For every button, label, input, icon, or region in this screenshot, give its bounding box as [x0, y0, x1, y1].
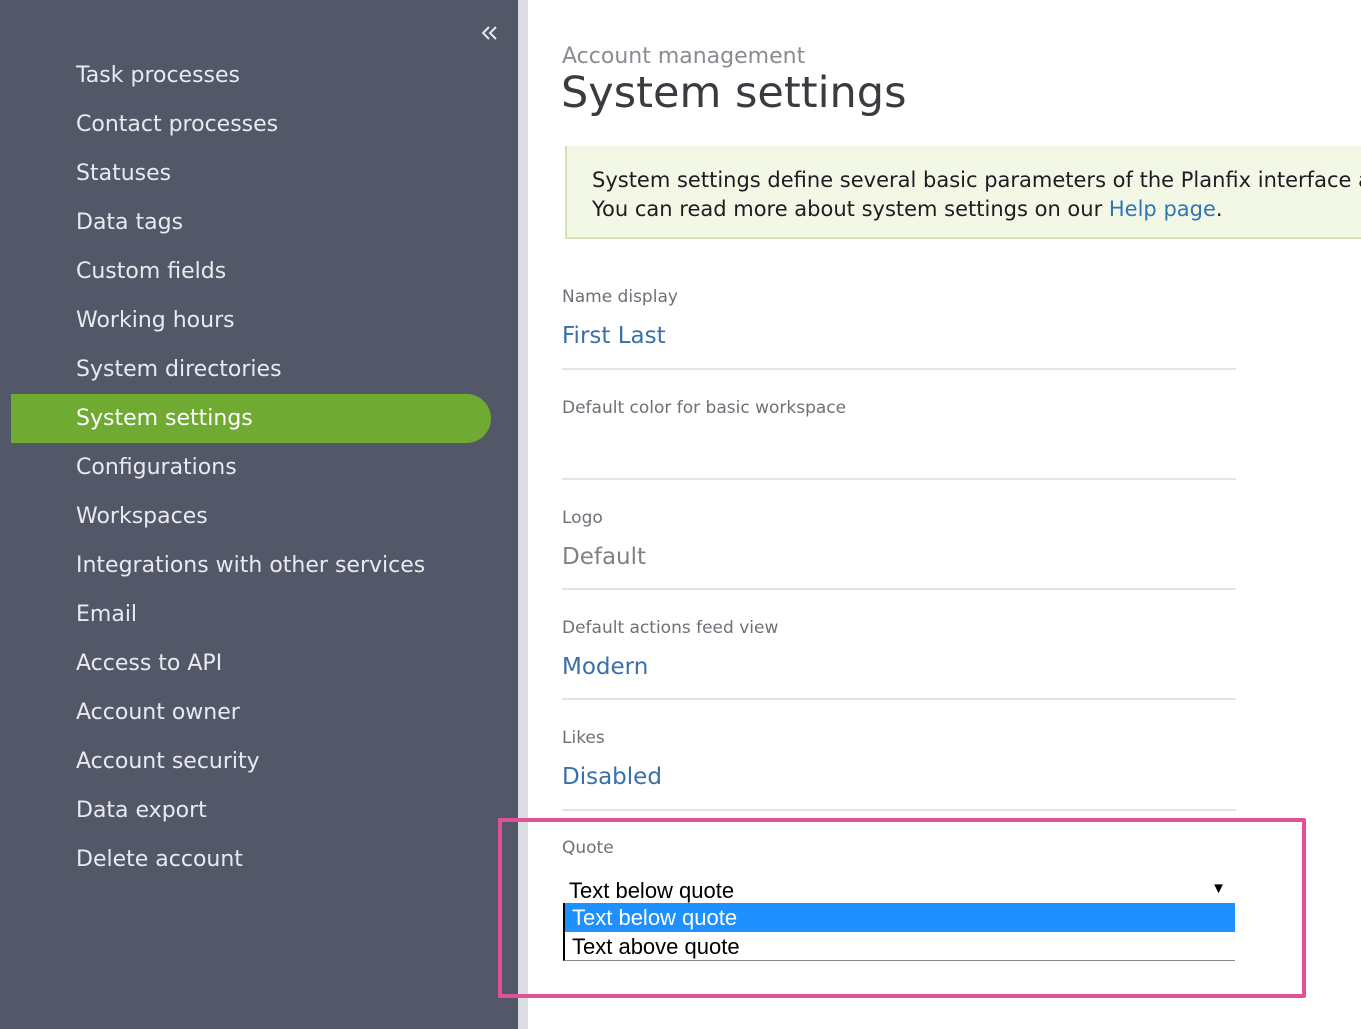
quote-options-list: Text below quote Text above quote — [563, 903, 1235, 961]
likes-value[interactable]: Disabled — [562, 764, 662, 790]
settings-nav: Task processes Contact processes Statuse… — [11, 51, 491, 884]
info-line-1: System settings define several basic par… — [592, 168, 1361, 192]
sidebar-item-email[interactable]: Email — [11, 590, 491, 639]
sidebar-item-delete-account[interactable]: Delete account — [11, 835, 491, 884]
sidebar-item-configurations[interactable]: Configurations — [11, 443, 491, 492]
sidebar-item-workspaces[interactable]: Workspaces — [11, 492, 491, 541]
sidebar-item-data-export[interactable]: Data export — [11, 786, 491, 835]
default-color-label: Default color for basic workspace — [562, 398, 847, 418]
logo-label: Logo — [562, 508, 603, 528]
logo-value[interactable]: Default — [562, 544, 646, 570]
sidebar-item-data-tags[interactable]: Data tags — [11, 198, 491, 247]
sidebar-item-task-processes[interactable]: Task processes — [11, 51, 491, 100]
sidebar-item-account-security[interactable]: Account security — [11, 737, 491, 786]
sidebar-item-integrations[interactable]: Integrations with other services — [11, 541, 491, 590]
sidebar-item-account-owner[interactable]: Account owner — [11, 688, 491, 737]
logo-field: Logo Default — [562, 506, 1236, 590]
sidebar-item-contact-processes[interactable]: Contact processes — [11, 100, 491, 149]
sidebar-item-custom-fields[interactable]: Custom fields — [11, 247, 491, 296]
info-line-2: You can read more about system settings … — [592, 197, 1223, 221]
dropdown-arrow-icon: ▼ — [1211, 880, 1226, 897]
breadcrumb: Account management — [562, 44, 806, 69]
sidebar-item-access-to-api[interactable]: Access to API — [11, 639, 491, 688]
sidebar-item-system-settings[interactable]: System settings — [11, 394, 491, 443]
collapse-sidebar-button[interactable] — [476, 18, 504, 48]
sidebar-item-working-hours[interactable]: Working hours — [11, 296, 491, 345]
name-display-value[interactable]: First Last — [562, 323, 666, 349]
actions-feed-field: Default actions feed view Modern — [562, 616, 1236, 700]
sidebar-item-system-directories[interactable]: System directories — [11, 345, 491, 394]
info-notice: System settings define several basic par… — [565, 146, 1361, 239]
quote-label: Quote — [562, 838, 614, 858]
name-display-label: Name display — [562, 287, 678, 307]
sidebar-item-statuses[interactable]: Statuses — [11, 149, 491, 198]
actions-feed-label: Default actions feed view — [562, 618, 779, 638]
quote-select[interactable]: Text below quote ▼ — [566, 876, 1230, 904]
quote-option-text-below[interactable]: Text below quote — [565, 903, 1235, 932]
help-page-link[interactable]: Help page — [1109, 197, 1216, 221]
likes-field: Likes Disabled — [562, 726, 1236, 811]
double-chevron-left-icon — [482, 26, 497, 40]
likes-label: Likes — [562, 728, 605, 748]
quote-select-value: Text below quote — [569, 878, 735, 903]
sidebar: Task processes Contact processes Statuse… — [0, 0, 518, 1029]
quote-option-text-above[interactable]: Text above quote — [565, 932, 1235, 961]
page-title: System settings — [561, 68, 907, 118]
default-color-field: Default color for basic workspace — [562, 396, 1236, 480]
actions-feed-value[interactable]: Modern — [562, 654, 648, 680]
name-display-field: Name display First Last — [562, 285, 1236, 370]
